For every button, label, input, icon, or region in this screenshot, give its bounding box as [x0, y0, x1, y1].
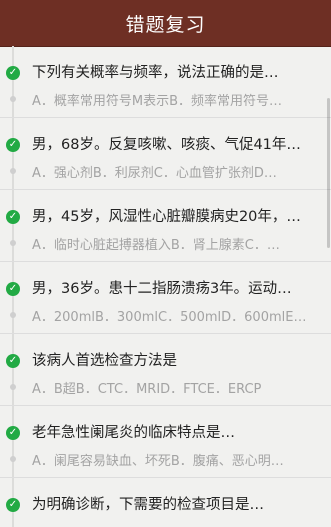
question-text: 男，68岁。反复咳嗽、咳痰、气促41年…	[32, 137, 301, 153]
question-options: A．200mlB．300mlC．500mlD．600mlE…	[32, 310, 307, 325]
question-list[interactable]: ✓ 下列有关概率与频率，说法正确的是… A．概率常用符号M表示B．频率常用符号……	[0, 46, 331, 527]
question-item[interactable]: ✓ 老年急性阑尾炎的临床特点是… A．阑尾容易缺血、坏死B．腹痛、恶心明…	[0, 406, 331, 478]
scrollbar[interactable]	[327, 98, 330, 248]
check-circle-icon: ✓	[6, 354, 20, 368]
question-item[interactable]: ✓ 该病人首选检查方法是 A．B超B．CTC．MRID．FTCE．ERCP	[0, 334, 331, 406]
timeline-dot	[10, 240, 16, 246]
app-header: 错题复习	[0, 0, 331, 47]
check-circle-icon: ✓	[6, 282, 20, 296]
question-options: A．阑尾容易缺血、坏死B．腹痛、恶心明…	[32, 454, 284, 469]
check-circle-icon: ✓	[6, 498, 20, 512]
timeline-dot	[10, 96, 16, 102]
timeline-dot	[10, 312, 16, 318]
question-options: A．强心剂B．利尿剂C．心血管扩张剂D…	[32, 166, 277, 181]
question-item[interactable]: ✓ 男，68岁。反复咳嗽、咳痰、气促41年… A．强心剂B．利尿剂C．心血管扩张…	[0, 118, 331, 190]
timeline-dot	[10, 456, 16, 462]
question-options: A．临时心脏起搏器植入B．肾上腺素C．…	[32, 238, 280, 253]
question-item[interactable]: ✓ 男，45岁，风湿性心脏瓣膜病史20年，… A．临时心脏起搏器植入B．肾上腺素…	[0, 190, 331, 262]
question-text: 老年急性阑尾炎的临床特点是…	[32, 425, 235, 441]
check-circle-icon: ✓	[6, 138, 20, 152]
question-text: 为明确诊断，下需要的检查项目是…	[32, 497, 264, 513]
question-text: 该病人首选检查方法是	[32, 353, 177, 369]
question-options: A．B超B．CTC．MRID．FTCE．ERCP	[32, 382, 262, 397]
question-text: 下列有关概率与频率，说法正确的是…	[32, 65, 279, 81]
question-options: A．概率常用符号M表示B．频率常用符号…	[32, 94, 283, 109]
check-circle-icon: ✓	[6, 210, 20, 224]
question-item[interactable]: ✓ 下列有关概率与频率，说法正确的是… A．概率常用符号M表示B．频率常用符号…	[0, 46, 331, 118]
question-text: 男，36岁。患十二指肠溃疡3年。运动…	[32, 281, 292, 297]
question-item[interactable]: ✓ 为明确诊断，下需要的检查项目是…	[0, 478, 331, 527]
question-item[interactable]: ✓ 男，36岁。患十二指肠溃疡3年。运动… A．200mlB．300mlC．50…	[0, 262, 331, 334]
check-circle-icon: ✓	[6, 426, 20, 440]
timeline-dot	[10, 168, 16, 174]
timeline-dot	[10, 384, 16, 390]
check-circle-icon: ✓	[6, 66, 20, 80]
question-text: 男，45岁，风湿性心脏瓣膜病史20年，…	[32, 209, 301, 225]
page-title: 错题复习	[125, 13, 206, 36]
